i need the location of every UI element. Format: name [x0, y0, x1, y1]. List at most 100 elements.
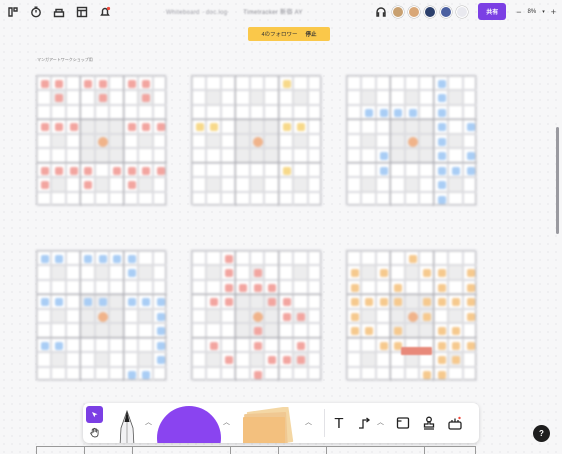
sudoku-cell[interactable]: [293, 119, 308, 134]
audio-icon[interactable]: [374, 5, 388, 19]
sudoku-cell[interactable]: [375, 279, 391, 295]
sudoku-cell[interactable]: [51, 337, 66, 353]
chevron-up-icon[interactable]: ︿: [305, 417, 312, 427]
sudoku-cell[interactable]: [293, 366, 308, 381]
sudoku-cell[interactable]: [448, 294, 463, 309]
sudoku-cell[interactable]: [51, 148, 66, 163]
sudoku-cell[interactable]: [152, 133, 167, 149]
sudoku-cell[interactable]: [347, 323, 362, 338]
sudoku-cell[interactable]: [235, 90, 250, 105]
sudoku-cell[interactable]: [375, 352, 391, 367]
sudoku-cell[interactable]: [123, 104, 139, 120]
sudoku-cell[interactable]: [109, 294, 124, 309]
sudoku-cell[interactable]: [278, 119, 294, 134]
sudoku-cell[interactable]: [109, 90, 124, 105]
sudoku-cell[interactable]: [462, 323, 477, 338]
sudoku-cell[interactable]: [192, 323, 207, 338]
sudoku-cell[interactable]: [375, 323, 391, 338]
sudoku-cell[interactable]: [293, 251, 308, 266]
sudoku-cell[interactable]: [264, 337, 279, 353]
sudoku-cell[interactable]: [249, 308, 265, 324]
sudoku-cell[interactable]: [80, 76, 95, 91]
sudoku-cell[interactable]: [51, 119, 66, 134]
sudoku-cell[interactable]: [390, 191, 405, 206]
sudoku-cell[interactable]: [109, 177, 124, 192]
sudoku-cell[interactable]: [390, 323, 405, 338]
sudoku-cell[interactable]: [249, 265, 265, 280]
sudoku-cell[interactable]: [361, 191, 376, 206]
sudoku-cell[interactable]: [390, 177, 405, 192]
sudoku-cell[interactable]: [404, 133, 420, 149]
sudoku-cell[interactable]: [80, 323, 95, 338]
sudoku-cell[interactable]: [361, 90, 376, 105]
sudoku-cell[interactable]: [448, 251, 463, 266]
connector-tool[interactable]: [354, 412, 376, 434]
sudoku-cell[interactable]: [123, 352, 139, 367]
sudoku-cell[interactable]: [235, 148, 250, 163]
sudoku-cell[interactable]: [448, 352, 463, 367]
sudoku-cell[interactable]: [264, 177, 279, 192]
sudoku-cell[interactable]: [206, 251, 221, 266]
zoom-out-button[interactable]: −: [516, 7, 521, 17]
sudoku-cell[interactable]: [192, 337, 207, 353]
sudoku-cell[interactable]: [206, 191, 221, 206]
sudoku-cell[interactable]: [404, 323, 420, 338]
sudoku-cell[interactable]: [152, 191, 167, 206]
sudoku-cell[interactable]: [80, 294, 95, 309]
sudoku-cell[interactable]: [206, 279, 221, 295]
sudoku-cell[interactable]: [51, 133, 66, 149]
sudoku-cell[interactable]: [249, 279, 265, 295]
sudoku-cell[interactable]: [375, 148, 391, 163]
sudoku-cell[interactable]: [375, 119, 391, 134]
sudoku-cell[interactable]: [361, 119, 376, 134]
sudoku-cell[interactable]: [123, 337, 139, 353]
sudoku-cell[interactable]: [235, 265, 250, 280]
sudoku-cell[interactable]: [37, 308, 52, 324]
sudoku-cell[interactable]: [448, 162, 463, 178]
sudoku-cell[interactable]: [462, 119, 477, 134]
sudoku-cell[interactable]: [433, 279, 449, 295]
sudoku-cell[interactable]: [37, 366, 52, 381]
sudoku-cell[interactable]: [404, 162, 420, 178]
sudoku-cell[interactable]: [448, 337, 463, 353]
sudoku-cell[interactable]: [404, 104, 420, 120]
sudoku-cell[interactable]: [293, 308, 308, 324]
sudoku-cell[interactable]: [375, 191, 391, 206]
sudoku-cell[interactable]: [361, 308, 376, 324]
section-tool[interactable]: [392, 412, 414, 434]
sudoku-cell[interactable]: [192, 294, 207, 309]
orange-note[interactable]: [401, 347, 432, 355]
sudoku-cell[interactable]: [138, 294, 153, 309]
sudoku-cell[interactable]: [65, 191, 81, 206]
sudoku-cell[interactable]: [138, 337, 153, 353]
sudoku-cell[interactable]: [375, 337, 391, 353]
sudoku-cell[interactable]: [94, 119, 110, 134]
sudoku-cell[interactable]: [192, 76, 207, 91]
sudoku-cell[interactable]: [123, 308, 139, 324]
sudoku-cell[interactable]: [123, 133, 139, 149]
sudoku-cell[interactable]: [264, 148, 279, 163]
sudoku-cell[interactable]: [192, 308, 207, 324]
sudoku-cell[interactable]: [249, 162, 265, 178]
sudoku-cell[interactable]: [375, 308, 391, 324]
library-icon[interactable]: [52, 5, 66, 19]
sudoku-cell[interactable]: [109, 323, 124, 338]
sudoku-board[interactable]: [346, 75, 477, 206]
sudoku-cell[interactable]: [433, 162, 449, 178]
sudoku-cell[interactable]: [462, 76, 477, 91]
sudoku-cell[interactable]: [138, 133, 153, 149]
sudoku-cell[interactable]: [361, 352, 376, 367]
sudoku-cell[interactable]: [152, 294, 167, 309]
sudoku-cell[interactable]: [347, 177, 362, 192]
sudoku-cell[interactable]: [109, 133, 124, 149]
sudoku-cell[interactable]: [192, 162, 207, 178]
sudoku-cell[interactable]: [65, 294, 81, 309]
sudoku-cell[interactable]: [235, 177, 250, 192]
sudoku-cell[interactable]: [264, 308, 279, 324]
sudoku-cell[interactable]: [51, 90, 66, 105]
sudoku-cell[interactable]: [278, 352, 294, 367]
sudoku-cell[interactable]: [361, 279, 376, 295]
sudoku-cell[interactable]: [235, 294, 250, 309]
chevron-up-icon[interactable]: ︿: [223, 417, 230, 427]
sudoku-cell[interactable]: [462, 294, 477, 309]
